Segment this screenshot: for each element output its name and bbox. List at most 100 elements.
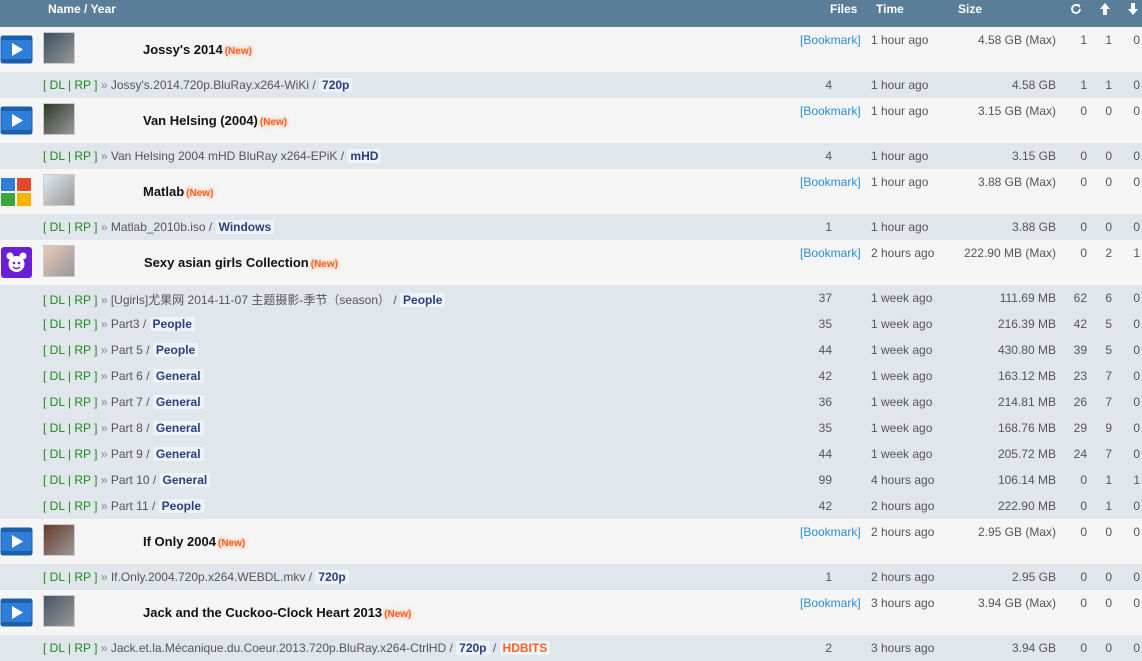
group-title[interactable]: Jossy's 2014 (New) xyxy=(143,42,252,57)
file-name[interactable]: Part 7 / xyxy=(111,395,153,409)
category-tag[interactable]: People xyxy=(400,293,446,307)
report-link[interactable]: RP xyxy=(74,421,90,435)
column-size[interactable]: Size xyxy=(958,2,982,16)
download-link[interactable]: DL xyxy=(50,421,65,435)
poster-thumbnail[interactable] xyxy=(43,174,75,206)
bookmark-link[interactable]: [Bookmark] xyxy=(800,33,861,47)
file-name[interactable]: Part 5 / xyxy=(111,343,153,357)
category-tag[interactable]: People xyxy=(149,317,195,331)
poster-thumbnail[interactable] xyxy=(43,524,75,556)
report-link[interactable]: RP xyxy=(74,473,90,487)
video-play-icon[interactable] xyxy=(0,104,33,137)
category-tag[interactable]: 720p xyxy=(315,570,349,584)
poster-thumbnail[interactable] xyxy=(43,245,75,277)
bookmark-link[interactable]: [Bookmark] xyxy=(800,246,861,260)
video-play-icon[interactable] xyxy=(0,525,33,558)
category-tag[interactable]: General xyxy=(152,447,204,461)
report-link[interactable]: RP xyxy=(74,641,90,655)
file-completed: 0 xyxy=(1133,317,1140,331)
download-link[interactable]: DL xyxy=(50,343,65,357)
category-tag[interactable]: General xyxy=(152,395,204,409)
bookmark-link[interactable]: [Bookmark] xyxy=(800,596,861,610)
group-title[interactable]: Van Helsing (2004) (New) xyxy=(143,113,287,128)
download-link[interactable]: DL xyxy=(50,369,65,383)
group-title-text[interactable]: Sexy asian girls Collection xyxy=(144,255,309,270)
download-link[interactable]: DL xyxy=(50,220,65,234)
file-name[interactable]: Jossy's.2014.720p.BluRay.x264-WiKi / xyxy=(111,78,319,92)
poster-thumbnail[interactable] xyxy=(43,32,75,64)
column-files[interactable]: Files xyxy=(830,2,857,16)
download-link[interactable]: DL xyxy=(50,447,65,461)
download-link[interactable]: DL xyxy=(50,473,65,487)
category-tag[interactable]: Windows xyxy=(215,220,275,234)
chevron-icon: » xyxy=(97,293,111,307)
download-link[interactable]: DL xyxy=(50,395,65,409)
column-name-year[interactable]: Name / Year xyxy=(48,2,116,16)
group-title-text[interactable]: If Only 2004 xyxy=(143,534,216,549)
group-title[interactable]: Matlab (New) xyxy=(143,184,213,199)
download-link[interactable]: DL xyxy=(50,570,65,584)
download-link[interactable]: DL xyxy=(50,293,65,307)
report-link[interactable]: RP xyxy=(74,220,90,234)
download-link[interactable]: DL xyxy=(50,641,65,655)
category-tag[interactable]: General xyxy=(159,473,211,487)
bookmark-link[interactable]: [Bookmark] xyxy=(800,104,861,118)
group-title[interactable]: Sexy asian girls Collection (New) xyxy=(144,255,338,270)
column-time[interactable]: Time xyxy=(876,2,904,16)
download-arrow-icon[interactable] xyxy=(1126,2,1140,16)
bear-face-icon[interactable] xyxy=(0,246,33,279)
report-link[interactable]: RP xyxy=(74,149,90,163)
download-link[interactable]: DL xyxy=(50,78,65,92)
bracket-open: [ xyxy=(43,293,50,307)
file-name[interactable]: Part 9 / xyxy=(111,447,153,461)
category-tag[interactable]: General xyxy=(152,369,204,383)
category-tag[interactable]: People xyxy=(158,499,205,513)
video-play-icon[interactable] xyxy=(0,596,33,629)
group-title[interactable]: If Only 2004 (New) xyxy=(143,534,245,549)
download-link[interactable]: DL xyxy=(50,317,65,331)
report-link[interactable]: RP xyxy=(74,78,90,92)
file-name[interactable]: Part 10 / xyxy=(111,473,160,487)
download-link[interactable]: DL xyxy=(50,149,65,163)
file-name[interactable]: Part 8 / xyxy=(111,421,153,435)
download-link[interactable]: DL xyxy=(50,499,65,513)
file-name[interactable]: Van Helsing 2004 mHD BluRay x264-EPiK / xyxy=(111,149,348,163)
report-link[interactable]: RP xyxy=(74,499,90,513)
windows-logo-icon[interactable] xyxy=(0,175,33,208)
report-link[interactable]: RP xyxy=(74,570,90,584)
group-title-text[interactable]: Jack and the Cuckoo-Clock Heart 2013 xyxy=(143,605,382,620)
report-link[interactable]: RP xyxy=(74,317,90,331)
group-title-text[interactable]: Van Helsing (2004) xyxy=(143,113,258,128)
refresh-icon[interactable] xyxy=(1069,2,1083,16)
category-tag[interactable]: People xyxy=(152,343,199,357)
report-link[interactable]: RP xyxy=(74,447,90,461)
report-link[interactable]: RP xyxy=(74,343,90,357)
category-tag[interactable]: 720p xyxy=(319,78,353,92)
poster-thumbnail[interactable] xyxy=(43,595,75,627)
poster-thumbnail[interactable] xyxy=(43,103,75,135)
category-tag[interactable]: General xyxy=(152,421,204,435)
upload-arrow-icon[interactable] xyxy=(1098,2,1112,16)
file-name[interactable]: If.Only.2004.720p.x264.WEBDL.mkv / xyxy=(111,570,316,584)
report-link[interactable]: RP xyxy=(74,293,90,307)
category-tag[interactable]: 720p xyxy=(456,641,490,655)
category-tag[interactable]: mHD xyxy=(347,149,382,163)
file-name[interactable]: Jack.et.la.Mécanique.du.Coeur.2013.720p.… xyxy=(111,641,456,655)
report-link[interactable]: RP xyxy=(74,369,90,383)
file-name[interactable]: Matlab_2010b.iso / xyxy=(111,220,216,234)
category-tag[interactable]: HDBITS xyxy=(499,641,551,655)
file-name[interactable]: Part 11 / xyxy=(111,499,159,513)
file-name[interactable]: Part3 / xyxy=(111,317,150,331)
file-name[interactable]: Part 6 / xyxy=(111,369,153,383)
report-link[interactable]: RP xyxy=(74,395,90,409)
file-name-cell: [ DL | RP ] » Jossy's.2014.720p.BluRay.x… xyxy=(43,78,353,92)
video-play-icon[interactable] xyxy=(0,33,33,66)
bracket-open: [ xyxy=(43,317,50,331)
bookmark-link[interactable]: [Bookmark] xyxy=(800,175,861,189)
bookmark-link[interactable]: [Bookmark] xyxy=(800,525,861,539)
group-title-text[interactable]: Jossy's 2014 xyxy=(143,42,223,57)
file-seeders: 62 xyxy=(1073,291,1087,305)
group-title[interactable]: Jack and the Cuckoo-Clock Heart 2013 (New… xyxy=(143,605,411,620)
file-name[interactable]: [Ugirls]尤果网 2014-11-07 主题摄影-季节（season） / xyxy=(111,293,400,307)
group-title-text[interactable]: Matlab xyxy=(143,184,184,199)
